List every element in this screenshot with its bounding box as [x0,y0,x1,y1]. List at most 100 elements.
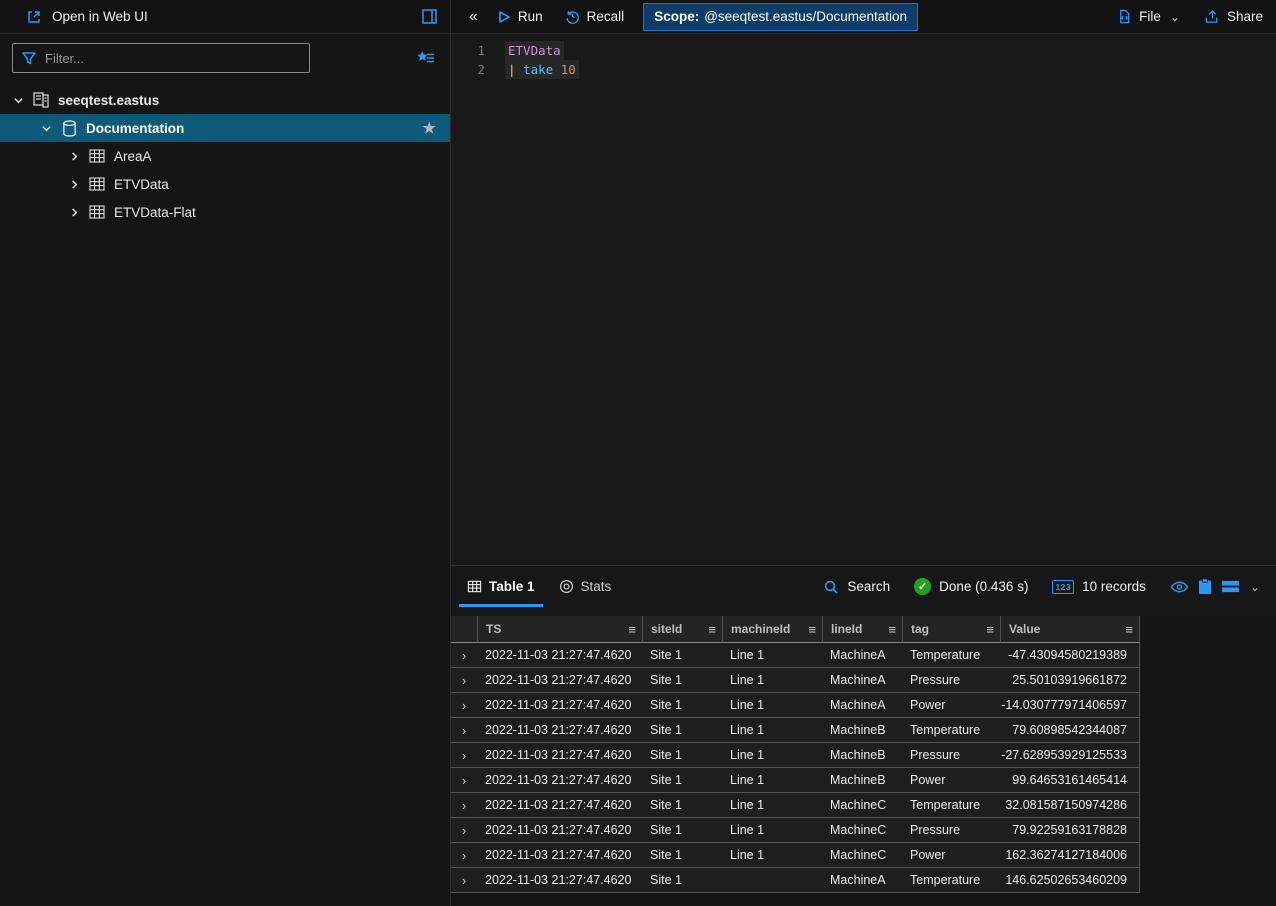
cell-siteid[interactable]: Site 1 [642,718,722,743]
copy-clipboard-button[interactable] [1198,578,1212,595]
cell-ts[interactable]: 2022-11-03 21:27:47.4620 [477,793,642,818]
cell-siteid[interactable]: Site 1 [642,868,722,893]
star-icon[interactable]: ★ [423,119,436,137]
cell-value[interactable]: 162.36274127184006 [1000,843,1140,868]
cell-tag[interactable]: Temperature [902,718,1000,743]
cell-value[interactable]: 79.60898542344087 [1000,718,1140,743]
cell-tag[interactable]: Temperature [902,643,1000,668]
scope-selector[interactable]: Scope: @seeqtest.eastus/Documentation [643,3,918,31]
cell-machineid[interactable]: Line 1 [722,818,822,843]
row-expand-icon[interactable]: › [451,868,477,893]
cell-lineid[interactable]: MachineA [822,668,902,693]
filter-input[interactable] [45,51,301,66]
column-header-lineid[interactable]: lineId≡ [822,616,902,643]
file-menu-button[interactable]: File ⌄ [1108,3,1189,31]
row-expand-icon[interactable]: › [451,693,477,718]
cell-siteid[interactable]: Site 1 [642,643,722,668]
cell-lineid[interactable]: MachineC [822,843,902,868]
cell-value[interactable]: 32.081587150974286 [1000,793,1140,818]
cell-machineid[interactable] [722,868,822,893]
cell-ts[interactable]: 2022-11-03 21:27:47.4620 [477,868,642,893]
column-menu-icon[interactable]: ≡ [1125,622,1133,637]
row-expand-icon[interactable]: › [451,843,477,868]
column-header-tag[interactable]: tag≡ [902,616,1000,643]
column-menu-icon[interactable]: ≡ [708,622,716,637]
row-expand-icon[interactable]: › [451,818,477,843]
tree-item-etvdata-flat[interactable]: ETVData-Flat [0,198,450,226]
cell-value[interactable]: 25.50103919661872 [1000,668,1140,693]
tree-item-seeqtest-eastus[interactable]: seeqtest.eastus [0,86,450,114]
column-header-siteid[interactable]: siteId≡ [642,616,722,643]
cell-ts[interactable]: 2022-11-03 21:27:47.4620 [477,843,642,868]
collapse-toolbar-button[interactable]: « [463,8,484,26]
row-expand-icon[interactable]: › [451,718,477,743]
tree-item-documentation[interactable]: Documentation★ [0,114,450,142]
row-expand-icon[interactable]: › [451,743,477,768]
cell-siteid[interactable]: Site 1 [642,793,722,818]
tab-stats[interactable]: Stats [547,566,624,607]
cell-tag[interactable]: Power [902,693,1000,718]
column-header-value[interactable]: Value≡ [1000,616,1140,643]
cell-siteid[interactable]: Site 1 [642,693,722,718]
cell-lineid[interactable]: MachineB [822,743,902,768]
column-menu-icon[interactable]: ≡ [808,622,816,637]
cell-lineid[interactable]: MachineA [822,868,902,893]
cell-machineid[interactable]: Line 1 [722,643,822,668]
cell-tag[interactable]: Pressure [902,818,1000,843]
tab-table-1[interactable]: Table 1 [455,566,547,607]
cell-lineid[interactable]: MachineA [822,693,902,718]
column-menu-icon[interactable]: ≡ [986,622,994,637]
tree-item-areaa[interactable]: AreaA [0,142,450,170]
cell-tag[interactable]: Power [902,843,1000,868]
chevron-right-icon[interactable] [66,179,82,190]
row-expand-icon[interactable]: › [451,643,477,668]
editor-line[interactable]: 1ETVData [451,41,1276,60]
cell-machineid[interactable]: Line 1 [722,843,822,868]
cell-siteid[interactable]: Site 1 [642,818,722,843]
cell-ts[interactable]: 2022-11-03 21:27:47.4620 [477,643,642,668]
toggle-panel-icon[interactable] [421,8,438,25]
chevron-right-icon[interactable] [66,151,82,162]
cell-machineid[interactable]: Line 1 [722,693,822,718]
cell-tag[interactable]: Power [902,768,1000,793]
row-expand-icon[interactable]: › [451,768,477,793]
column-header-machineid[interactable]: machineId≡ [722,616,822,643]
cell-value[interactable]: 79.92259163178828 [1000,818,1140,843]
chevron-down-icon[interactable] [10,95,26,106]
favorites-filter-icon[interactable] [416,49,436,67]
editor-line[interactable]: 2| take 10 [451,60,1276,79]
cell-machineid[interactable]: Line 1 [722,668,822,693]
cell-lineid[interactable]: MachineB [822,768,902,793]
cell-tag[interactable]: Temperature [902,868,1000,893]
chevron-right-icon[interactable] [66,207,82,218]
cell-value[interactable]: -27.628953929125533 [1000,743,1140,768]
row-expand-icon[interactable]: › [451,668,477,693]
cell-lineid[interactable]: MachineC [822,818,902,843]
cell-value[interactable]: 99.64653161465414 [1000,768,1140,793]
cell-value[interactable]: -47.43094580219389 [1000,643,1140,668]
cell-value[interactable]: 146.62502653460209 [1000,868,1140,893]
open-in-webui-button[interactable]: Open in Web UI [52,9,148,24]
chevron-down-icon[interactable] [38,123,54,134]
cell-tag[interactable]: Pressure [902,668,1000,693]
cell-lineid[interactable]: MachineA [822,643,902,668]
cell-value[interactable]: -14.030777971406597 [1000,693,1140,718]
grid-scrollbar-track[interactable] [451,894,1276,906]
search-button[interactable]: Search [823,579,890,595]
column-menu-icon[interactable]: ≡ [888,622,896,637]
run-button[interactable]: Run [488,3,552,31]
cell-siteid[interactable]: Site 1 [642,843,722,868]
layout-columns-button[interactable]: ⌄ [1221,579,1260,594]
cell-machineid[interactable]: Line 1 [722,743,822,768]
cell-machineid[interactable]: Line 1 [722,718,822,743]
cell-siteid[interactable]: Site 1 [642,668,722,693]
cell-lineid[interactable]: MachineC [822,793,902,818]
cell-siteid[interactable]: Site 1 [642,743,722,768]
query-editor[interactable]: 1ETVData2| take 10 [451,34,1276,565]
cell-ts[interactable]: 2022-11-03 21:27:47.4620 [477,668,642,693]
recall-button[interactable]: Recall [556,3,634,31]
cell-tag[interactable]: Pressure [902,743,1000,768]
cell-ts[interactable]: 2022-11-03 21:27:47.4620 [477,768,642,793]
cell-ts[interactable]: 2022-11-03 21:27:47.4620 [477,693,642,718]
row-expand-icon[interactable]: › [451,793,477,818]
